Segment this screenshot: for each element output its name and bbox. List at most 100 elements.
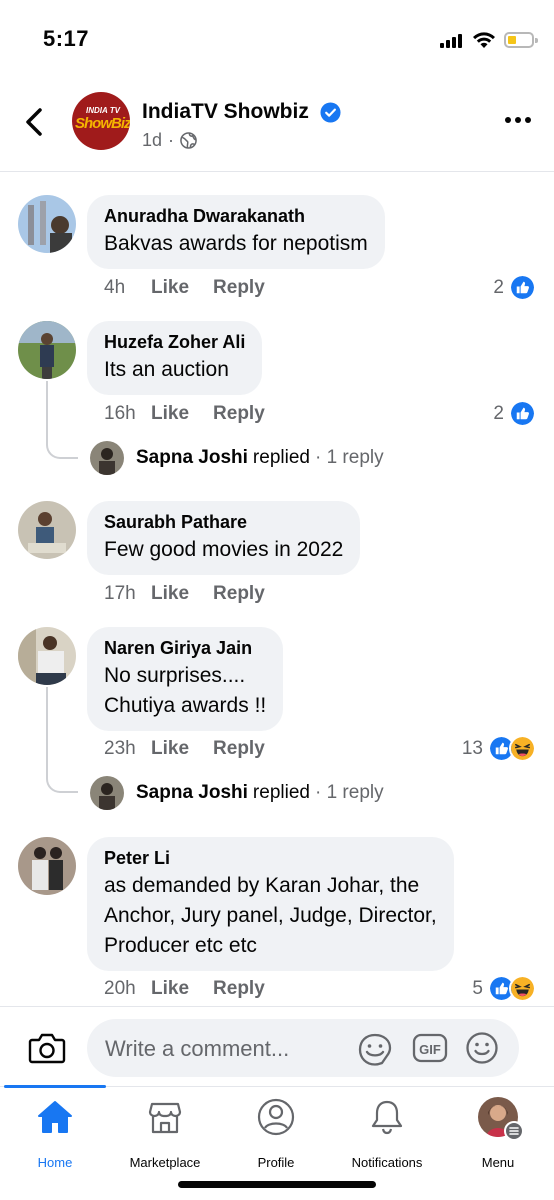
reaction-count: 2	[493, 276, 504, 298]
logo-text-main: ShowBiz	[75, 115, 130, 132]
comment-author[interactable]: Huzefa Zoher Ali	[104, 331, 245, 353]
page-name[interactable]: IndiaTV Showbiz	[142, 100, 309, 124]
comment-text: Few good movies in 2022	[104, 538, 344, 561]
avatar[interactable]	[18, 627, 76, 685]
home-indicator	[178, 1181, 376, 1188]
reply-count: · 1 reply	[314, 447, 384, 468]
nav-home[interactable]: Home	[5, 1097, 105, 1171]
view-replies-link[interactable]: Sapna Joshi replied · 1 reply	[90, 441, 384, 475]
comment-text: Its an auction	[104, 358, 229, 381]
reply-verb: replied	[252, 782, 310, 803]
comment-text: Bakvas awards for nepotism	[104, 232, 368, 255]
nav-label: Marketplace	[129, 1155, 201, 1170]
reaction-summary[interactable]: 13	[462, 735, 536, 762]
like-icon	[509, 274, 536, 301]
like-button[interactable]: Like	[151, 583, 189, 605]
comment-actions: 4h Like Reply	[104, 277, 265, 299]
nav-label: Profile	[257, 1155, 295, 1170]
like-button[interactable]: Like	[151, 738, 189, 760]
comment-author[interactable]: Anuradha Dwarakanath	[104, 205, 368, 227]
reaction-count: 2	[493, 402, 504, 424]
comment-author[interactable]: Saurabh Pathare	[104, 511, 343, 533]
battery-icon	[504, 32, 538, 48]
nav-notifications[interactable]: Notifications	[337, 1097, 437, 1171]
comment-time: 4h	[104, 277, 126, 298]
menu-avatar	[478, 1097, 524, 1141]
marketplace-icon	[148, 1102, 182, 1134]
comment-composer: Write a comment... GIF	[0, 1006, 554, 1086]
verified-icon	[320, 102, 341, 123]
home-icon	[38, 1101, 72, 1133]
reply-author: Sapna Joshi	[136, 447, 248, 468]
comment-actions: 17h Like Reply	[104, 583, 265, 605]
comment-text: No surprises.... Chutiya awards !!	[104, 664, 267, 717]
more-options-button[interactable]	[502, 108, 534, 132]
bell-icon	[371, 1100, 403, 1135]
reply-button[interactable]: Reply	[213, 583, 265, 605]
gif-button[interactable]: GIF	[412, 1033, 448, 1063]
comment-bubble[interactable]: Anuradha Dwarakanath Bakvas awards for n…	[87, 195, 385, 269]
reply-avatar	[90, 776, 124, 810]
avatar[interactable]	[18, 837, 76, 895]
comment-time: 16h	[104, 403, 136, 424]
meta-separator: ·	[168, 130, 175, 150]
reply-verb: replied	[252, 447, 310, 468]
nav-menu[interactable]: Menu	[448, 1097, 548, 1171]
reaction-summary[interactable]: 5	[472, 975, 536, 1002]
comment-placeholder: Write a comment...	[105, 1036, 290, 1061]
post-age[interactable]: 1d	[142, 130, 162, 151]
reaction-summary[interactable]: 2	[493, 274, 536, 301]
back-button[interactable]	[18, 102, 52, 142]
view-replies-link[interactable]: Sapna Joshi replied · 1 reply	[90, 776, 384, 810]
comment-actions: 16h Like Reply	[104, 403, 265, 425]
thread-line	[46, 381, 78, 459]
avatar[interactable]	[18, 501, 76, 559]
comment-bubble[interactable]: Saurabh Pathare Few good movies in 2022	[87, 501, 361, 575]
thread-line	[46, 687, 78, 793]
avatar[interactable]	[18, 321, 76, 379]
page-avatar[interactable]: INDIA TV ShowBiz	[72, 92, 130, 150]
reply-author: Sapna Joshi	[136, 782, 248, 803]
reply-count: · 1 reply	[314, 782, 384, 803]
nav-profile[interactable]: Profile	[226, 1097, 326, 1171]
comment-actions: 23h Like Reply	[104, 738, 265, 760]
comment-text: as demanded by Karan Johar, the Anchor, …	[104, 874, 437, 957]
active-tab-indicator	[4, 1085, 106, 1088]
nav-label: Home	[37, 1155, 73, 1170]
post-header: INDIA TV ShowBiz IndiaTV Showbiz 1d ·	[0, 80, 554, 172]
reaction-summary[interactable]: 2	[493, 400, 536, 427]
reply-button[interactable]: Reply	[213, 978, 265, 1000]
comment-bubble[interactable]: Huzefa Zoher Ali Its an auction	[87, 321, 263, 395]
status-bar: 5:17	[0, 0, 554, 80]
nav-marketplace[interactable]: Marketplace	[115, 1097, 215, 1171]
haha-icon	[509, 975, 536, 1002]
status-time: 5:17	[43, 26, 90, 51]
comment-time: 20h	[104, 978, 136, 999]
like-button[interactable]: Like	[151, 403, 189, 425]
reply-avatar	[90, 441, 124, 475]
comment-bubble[interactable]: Peter Li as demanded by Karan Johar, the…	[87, 837, 454, 971]
avatar[interactable]	[18, 195, 76, 253]
emoji-button[interactable]	[465, 1031, 499, 1065]
signal-icon	[440, 34, 464, 48]
post-meta: 1d ·	[142, 130, 197, 151]
comment-author[interactable]: Peter Li	[104, 847, 437, 869]
like-button[interactable]: Like	[151, 978, 189, 1000]
logo-text: INDIA TV	[86, 106, 120, 115]
camera-button[interactable]	[28, 1031, 66, 1065]
reaction-count: 5	[472, 977, 483, 999]
nav-label: Menu	[481, 1155, 515, 1170]
reply-button[interactable]: Reply	[213, 403, 265, 425]
reply-button[interactable]: Reply	[213, 277, 265, 299]
comment-bubble[interactable]: Naren Giriya Jain No surprises.... Chuti…	[87, 627, 284, 731]
like-button[interactable]: Like	[151, 277, 189, 299]
reply-button[interactable]: Reply	[213, 738, 265, 760]
comment-actions: 20h Like Reply	[104, 978, 265, 1000]
nav-label: Notifications	[351, 1155, 423, 1170]
menu-badge-icon	[504, 1121, 524, 1141]
comment-input[interactable]: Write a comment... GIF	[87, 1019, 519, 1077]
comment-author[interactable]: Naren Giriya Jain	[104, 637, 266, 659]
sticker-button[interactable]	[357, 1032, 393, 1066]
comment-time: 17h	[104, 583, 136, 604]
profile-icon	[257, 1098, 295, 1136]
